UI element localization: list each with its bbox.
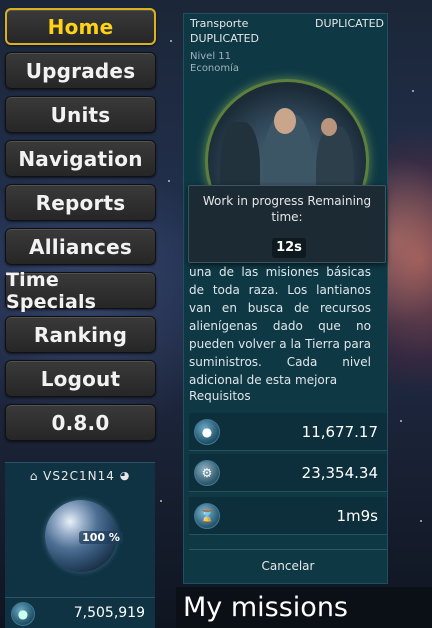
duplicated-label: DUPLICATED	[190, 32, 260, 45]
version-button[interactable]: 0.8.0	[5, 404, 156, 441]
gear-icon: ⚙	[194, 460, 220, 486]
cost-value: 11,677.17	[301, 423, 378, 441]
planet-resource-value: 7,505,919	[73, 605, 145, 621]
menu-navigation-button[interactable]: Navigation	[5, 140, 156, 177]
upgrade-level: Nivel 11	[190, 51, 232, 62]
requirements-label: Requisitos	[189, 389, 251, 403]
planet-resource-row: ● 7,505,919	[5, 597, 155, 628]
upgrade-description: una de las misiones básicas de toda raza…	[189, 265, 371, 387]
credits-icon: ●	[194, 419, 220, 445]
menu-time-specials-button[interactable]: Time Specials	[5, 269, 156, 313]
cancel-button[interactable]: Cancelar	[189, 549, 387, 582]
cost-row-time: ⌛ 1m9s	[189, 497, 387, 535]
planet-percent-badge: 100 %	[79, 531, 123, 544]
cost-value: 23,354.34	[301, 464, 378, 482]
upgrade-category: Transporte	[190, 17, 249, 30]
home-icon[interactable]: ⌂	[30, 469, 39, 483]
planet-name: VS2C1N14	[43, 468, 115, 483]
duplicated-badge: DUPLICATED	[314, 17, 384, 30]
upgrade-type: Economía	[190, 63, 240, 74]
missions-heading: My missions	[176, 587, 432, 628]
time-icon: ⌛	[194, 503, 220, 529]
menu-reports-button[interactable]: Reports	[5, 184, 156, 221]
menu-logout-button[interactable]: Logout	[5, 360, 156, 397]
remaining-time: 12s	[272, 238, 306, 258]
menu-home-button[interactable]: Home	[5, 8, 156, 45]
menu-ranking-button[interactable]: Ranking	[5, 316, 156, 353]
menu-upgrades-button[interactable]: Upgrades	[5, 52, 156, 89]
cost-value: 1m9s	[336, 507, 378, 525]
progress-text: Work in progress Remaining time:	[202, 194, 372, 224]
globe-icon[interactable]: ◕	[120, 469, 131, 482]
menu-alliances-button[interactable]: Alliances	[5, 228, 156, 265]
main-menu: Home Upgrades Units Navigation Reports A…	[5, 8, 156, 448]
cost-row-materials: ⚙ 23,354.34	[189, 454, 387, 492]
planet-panel: ⌂ VS2C1N14 ◕ 100 % ● 7,505,919	[5, 462, 155, 628]
cost-row-credits: ● 11,677.17	[189, 413, 387, 451]
work-in-progress-overlay: Work in progress Remaining time: 12s	[188, 185, 386, 263]
planet-header: ⌂ VS2C1N14 ◕	[5, 468, 155, 483]
menu-units-button[interactable]: Units	[5, 96, 156, 133]
credits-icon: ●	[11, 602, 35, 626]
